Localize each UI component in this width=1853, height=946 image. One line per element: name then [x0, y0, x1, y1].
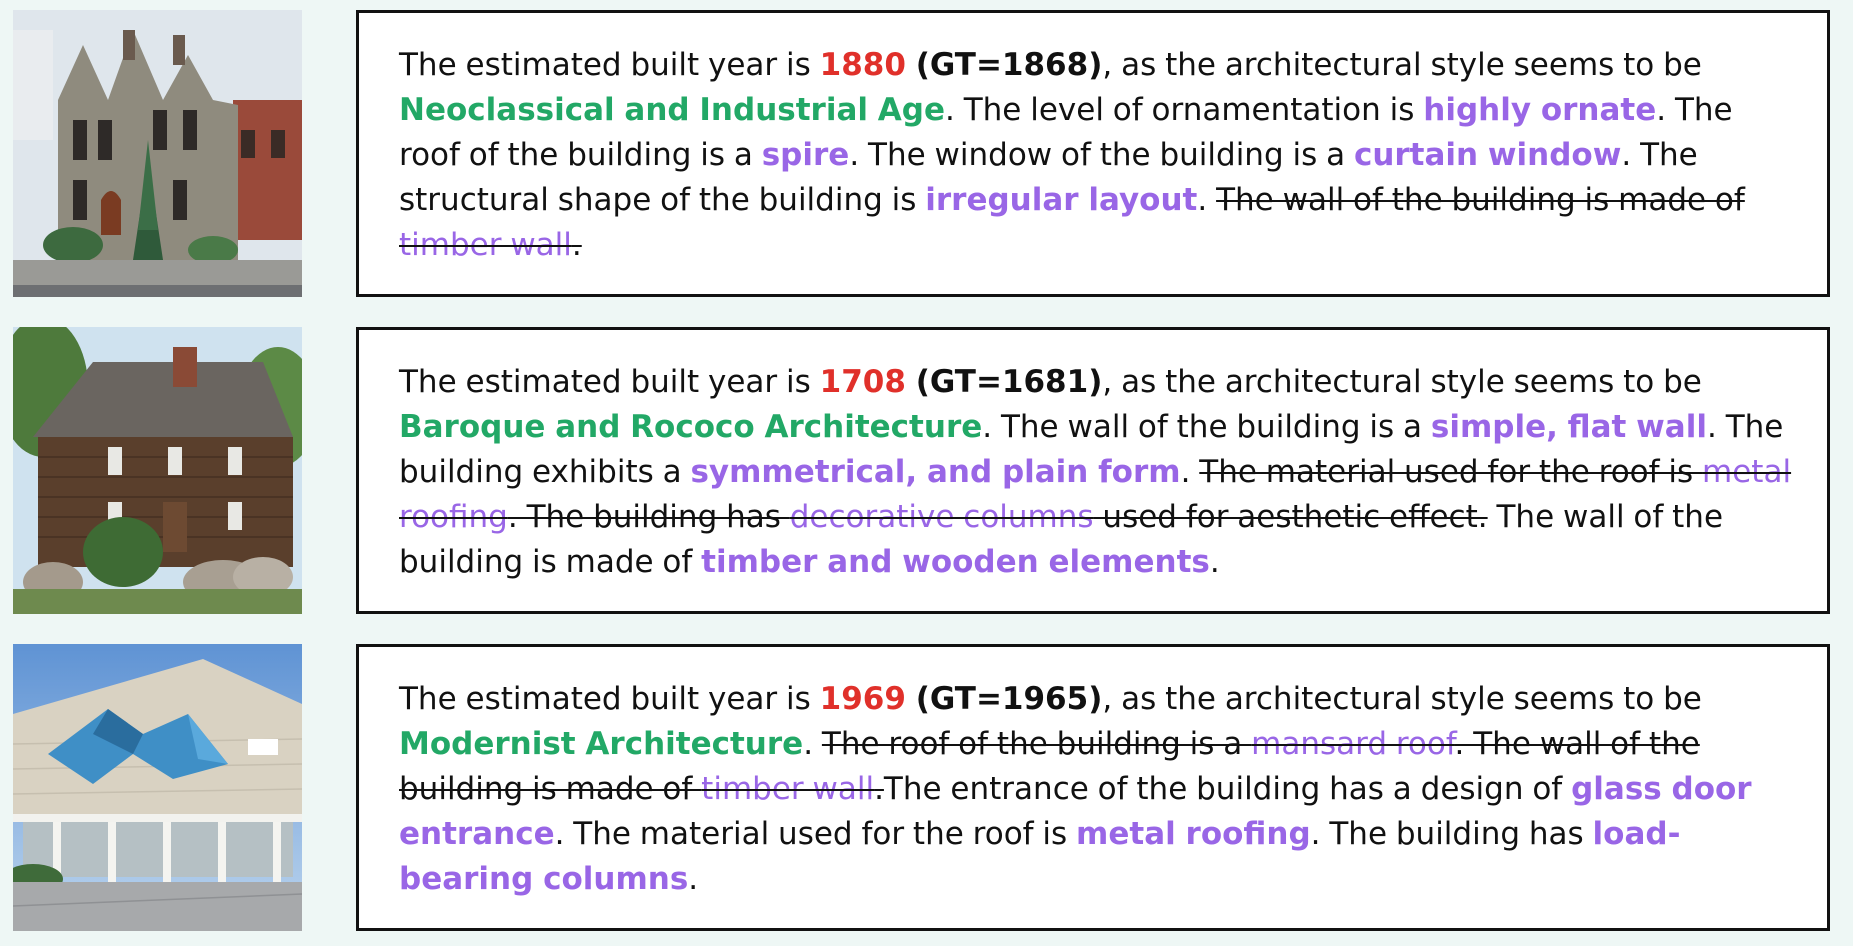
struck-attribute-columns: decorative columns: [789, 499, 1094, 535]
struck-attribute-wall: timber wall: [701, 771, 875, 807]
caption-segment: The estimated built year is: [399, 681, 820, 717]
caption-text: The estimated built year is 1969 (GT=196…: [399, 677, 1797, 902]
ground-truth-year: (GT=1868): [905, 47, 1103, 83]
building-photo-modernist-building: [13, 644, 302, 931]
caption-segment: . The material used for the roof is: [554, 816, 1077, 852]
caption-segment: The estimated built year is: [399, 364, 820, 400]
struck-segment: The roof of the building is a: [821, 726, 1252, 762]
building-photo-colonial-house: [13, 327, 302, 614]
figure: The estimated built year is 1880 (GT=186…: [0, 0, 1853, 946]
attribute-wall: simple, flat wall: [1430, 409, 1707, 445]
architectural-style: Modernist Architecture: [399, 726, 804, 762]
caption-segment: . The building has: [1310, 816, 1593, 852]
caption-segment: , as the architectural style seems to be: [1102, 681, 1702, 717]
caption-segment: .: [1209, 544, 1220, 580]
struck-segment: The wall of the building is made of: [1216, 182, 1745, 218]
caption-box: The estimated built year is 1708 (GT=168…: [356, 327, 1830, 614]
caption-segment: , as the architectural style seems to be: [1102, 364, 1702, 400]
struck-segment: The material used for the roof is: [1199, 454, 1703, 490]
caption-segment: .: [1180, 454, 1200, 490]
ground-truth-year: (GT=1681): [905, 364, 1103, 400]
caption-segment: .: [803, 726, 822, 762]
attribute-roof: spire: [761, 137, 850, 173]
architectural-style: Neoclassical and Industrial Age: [399, 92, 945, 128]
attribute-window: curtain window: [1353, 137, 1622, 173]
caption-box: The estimated built year is 1880 (GT=186…: [356, 10, 1830, 297]
predicted-year: 1969: [819, 681, 906, 717]
caption-segment: The entrance of the building has a desig…: [883, 771, 1572, 807]
caption-segment: .: [688, 861, 699, 897]
attribute-form: symmetrical, and plain form: [690, 454, 1181, 490]
struck-segment: used for aesthetic effect.: [1093, 499, 1488, 535]
struck-segment: .: [874, 771, 884, 807]
predicted-year: 1708: [819, 364, 906, 400]
attribute-material: timber and wooden elements: [701, 544, 1210, 580]
caption-text: The estimated built year is 1880 (GT=186…: [399, 43, 1797, 268]
attribute-roof: metal roofing: [1076, 816, 1311, 852]
attribute-shape: irregular layout: [925, 182, 1198, 218]
building-photo-victorian-house: [13, 10, 302, 297]
attribute-ornamentation: highly ornate: [1423, 92, 1657, 128]
caption-segment: .: [1197, 182, 1217, 218]
caption-segment: . The wall of the building is a: [982, 409, 1431, 445]
struck-segment: . The building has: [507, 499, 790, 535]
caption-segment: The estimated built year is: [399, 47, 820, 83]
caption-segment: . The window of the building is a: [849, 137, 1354, 173]
struck-attribute-wall: timber wall: [399, 227, 572, 263]
caption-box: The estimated built year is 1969 (GT=196…: [356, 644, 1830, 931]
architectural-style: Baroque and Rococo Architecture: [399, 409, 983, 445]
struck-segment: .: [571, 227, 582, 263]
caption-segment: , as the architectural style seems to be: [1102, 47, 1702, 83]
caption-segment: . The level of ornamentation is: [945, 92, 1424, 128]
struck-attribute-roof: mansard roof: [1251, 726, 1455, 762]
predicted-year: 1880: [819, 47, 906, 83]
caption-text: The estimated built year is 1708 (GT=168…: [399, 360, 1797, 585]
ground-truth-year: (GT=1965): [905, 681, 1103, 717]
